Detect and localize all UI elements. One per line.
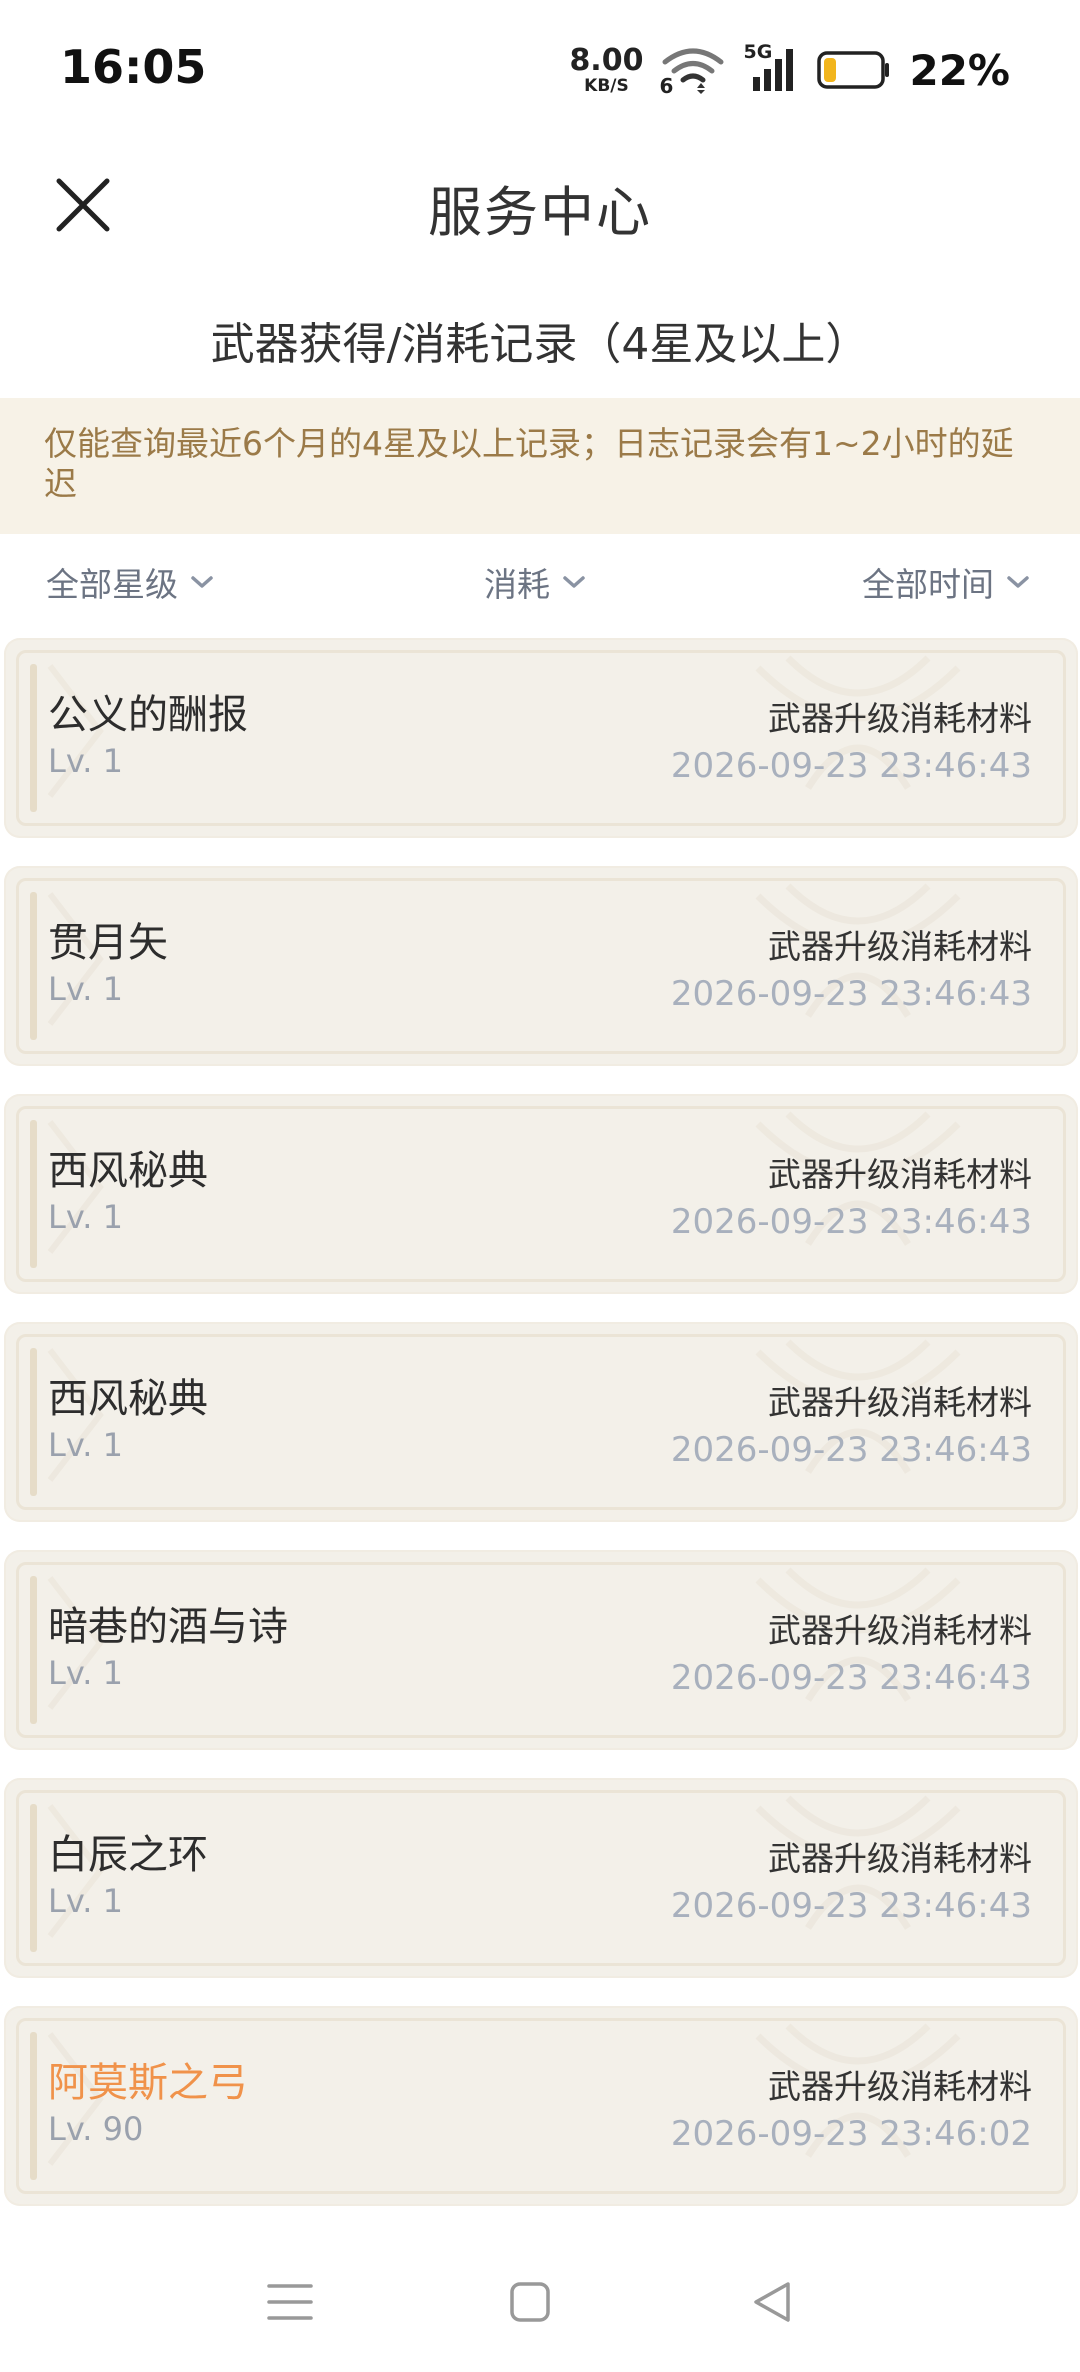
item-reason: 武器升级消耗材料 bbox=[768, 2067, 1032, 2106]
network-speed-value: 8.00 bbox=[569, 42, 644, 78]
back-button[interactable] bbox=[742, 2272, 802, 2332]
menu-icon bbox=[267, 2284, 313, 2320]
item-level: Lv. 1 bbox=[48, 1198, 123, 1236]
item-level: Lv. 1 bbox=[48, 970, 123, 1008]
record-item[interactable]: 西风秘典 Lv. 1 武器升级消耗材料 2026-09-23 23:46:43 bbox=[4, 1322, 1078, 1522]
chevron-down-icon bbox=[191, 576, 213, 588]
item-name: 阿莫斯之弓 bbox=[48, 2060, 248, 2106]
card-accent-bar bbox=[30, 1348, 37, 1496]
filter-time-label: 全部时间 bbox=[862, 565, 994, 604]
card-accent-bar bbox=[30, 1804, 37, 1952]
recent-apps-button[interactable] bbox=[260, 2272, 320, 2332]
card-accent-bar bbox=[30, 2032, 37, 2180]
item-time: 2026-09-23 23:46:43 bbox=[670, 1658, 1032, 1698]
item-level: Lv. 1 bbox=[48, 742, 123, 780]
item-name: 贯月矢 bbox=[48, 920, 168, 966]
status-bar: 16:05 8.00 KB/S 6 5G 22% bbox=[0, 0, 1080, 140]
status-time: 16:05 bbox=[60, 40, 207, 94]
item-level: Lv. 1 bbox=[48, 1654, 123, 1692]
wifi-sub-label: 6 bbox=[659, 74, 674, 98]
item-name: 暗巷的酒与诗 bbox=[48, 1604, 288, 1650]
cellular-signal-icon: 5G bbox=[743, 41, 799, 95]
network-speed-unit: KB/S bbox=[584, 75, 629, 96]
item-level: Lv. 1 bbox=[48, 1426, 123, 1464]
system-nav-bar bbox=[0, 2220, 1080, 2372]
network-speed: 8.00 KB/S bbox=[569, 42, 644, 96]
item-time: 2026-09-23 23:46:43 bbox=[670, 746, 1032, 786]
home-button[interactable] bbox=[500, 2272, 560, 2332]
filter-time[interactable]: 全部时间 bbox=[862, 558, 1030, 606]
card-accent-bar bbox=[30, 1576, 37, 1724]
filter-bar: 全部星级 消耗 全部时间 bbox=[0, 548, 1080, 618]
page-title: 服务中心 bbox=[428, 181, 652, 244]
section-title: 武器获得/消耗记录（4星及以上） bbox=[210, 319, 870, 370]
item-time: 2026-09-23 23:46:43 bbox=[670, 1202, 1032, 1242]
battery-icon bbox=[817, 51, 891, 89]
record-item[interactable]: 公义的酬报 Lv. 1 武器升级消耗材料 2026-09-23 23:46:43 bbox=[4, 638, 1078, 838]
item-reason: 武器升级消耗材料 bbox=[768, 1155, 1032, 1194]
item-time: 2026-09-23 23:46:02 bbox=[670, 2114, 1032, 2154]
item-reason: 武器升级消耗材料 bbox=[768, 699, 1032, 738]
status-indicators: 8.00 KB/S 6 5G 22% bbox=[569, 40, 1010, 100]
back-icon bbox=[754, 2282, 790, 2322]
notice-banner: 仅能查询最近6个月的4星及以上记录；日志记录会有1~2小时的延迟 bbox=[0, 398, 1080, 534]
battery-percentage: 22% bbox=[909, 45, 1010, 95]
item-name: 白辰之环 bbox=[48, 1832, 208, 1878]
item-time: 2026-09-23 23:46:43 bbox=[670, 1430, 1032, 1470]
item-level: Lv. 90 bbox=[48, 2110, 144, 2148]
chevron-down-icon bbox=[1007, 576, 1029, 588]
filter-type-label: 消耗 bbox=[484, 565, 550, 604]
card-accent-bar bbox=[30, 664, 37, 812]
item-time: 2026-09-23 23:46:43 bbox=[670, 974, 1032, 1014]
wifi-icon: 6 bbox=[659, 46, 725, 98]
item-name: 公义的酬报 bbox=[48, 692, 248, 738]
record-item[interactable]: 贯月矢 Lv. 1 武器升级消耗材料 2026-09-23 23:46:43 bbox=[4, 866, 1078, 1066]
card-accent-bar bbox=[30, 1120, 37, 1268]
item-reason: 武器升级消耗材料 bbox=[768, 1611, 1032, 1650]
item-time: 2026-09-23 23:46:43 bbox=[670, 1886, 1032, 1926]
record-item[interactable]: 阿莫斯之弓 Lv. 90 武器升级消耗材料 2026-09-23 23:46:0… bbox=[4, 2006, 1078, 2206]
card-accent-bar bbox=[30, 892, 37, 1040]
filter-star-level-label: 全部星级 bbox=[46, 565, 178, 604]
item-level: Lv. 1 bbox=[48, 1882, 123, 1920]
filter-star-level[interactable]: 全部星级 bbox=[46, 558, 214, 606]
record-item[interactable]: 暗巷的酒与诗 Lv. 1 武器升级消耗材料 2026-09-23 23:46:4… bbox=[4, 1550, 1078, 1750]
item-name: 西风秘典 bbox=[48, 1376, 208, 1422]
item-reason: 武器升级消耗材料 bbox=[768, 1383, 1032, 1422]
home-icon bbox=[510, 2282, 550, 2322]
item-reason: 武器升级消耗材料 bbox=[768, 927, 1032, 966]
item-name: 西风秘典 bbox=[48, 1148, 208, 1194]
filter-type[interactable]: 消耗 bbox=[484, 558, 586, 606]
record-item[interactable]: 白辰之环 Lv. 1 武器升级消耗材料 2026-09-23 23:46:43 bbox=[4, 1778, 1078, 1978]
item-reason: 武器升级消耗材料 bbox=[768, 1839, 1032, 1878]
record-item[interactable]: 西风秘典 Lv. 1 武器升级消耗材料 2026-09-23 23:46:43 bbox=[4, 1094, 1078, 1294]
header: 服务中心 bbox=[0, 150, 1080, 260]
chevron-down-icon bbox=[563, 576, 585, 588]
